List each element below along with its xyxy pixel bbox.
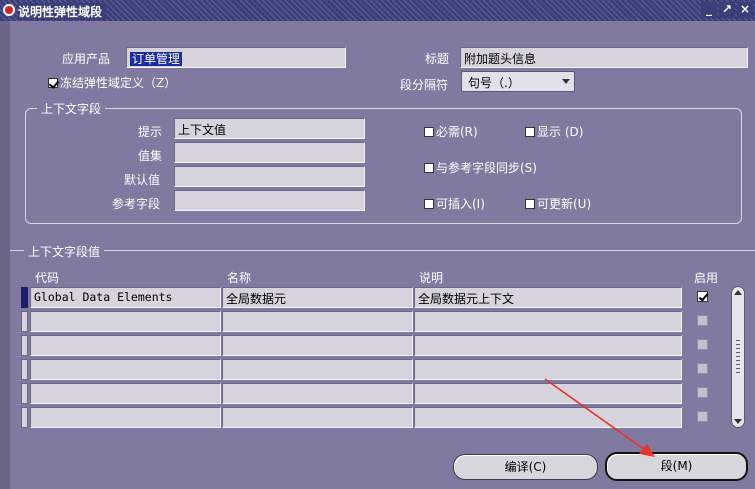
required-check-icon[interactable] (424, 126, 434, 137)
col-code: 代码 (35, 271, 60, 285)
enabled-checkbox[interactable] (697, 411, 708, 422)
app-value: 订单管理 (130, 52, 183, 66)
prompt-label: 提示 (138, 125, 163, 139)
enabled-checkbox[interactable] (697, 291, 708, 302)
chevron-down-icon (562, 79, 570, 84)
enabled-checkbox[interactable] (697, 363, 708, 374)
cell-name[interactable] (222, 383, 413, 404)
display-checkbox[interactable]: 显示 (D) (525, 123, 583, 140)
app-label: 应用产品 (62, 52, 111, 66)
separator-select[interactable]: 句号（.） (461, 71, 575, 92)
vertical-scrollbar[interactable] (731, 286, 745, 428)
cell-name[interactable] (222, 407, 413, 428)
context-group-title: 上下文字段 (37, 100, 106, 117)
display-label: 显示 (D) (537, 125, 584, 139)
cell-code[interactable] (30, 311, 221, 332)
cell-desc[interactable] (414, 407, 682, 428)
insertable-checkbox[interactable]: 可插入(I) (424, 195, 485, 212)
col-desc: 说明 (419, 271, 444, 285)
scroll-down-icon[interactable] (734, 419, 742, 424)
sync-checkbox[interactable]: 与参考字段同步(S) (424, 159, 537, 176)
minimize-icon[interactable]: _ (701, 2, 717, 18)
close-icon[interactable]: × (737, 2, 753, 18)
row-indicator[interactable] (21, 311, 28, 332)
scroll-up-icon[interactable] (734, 290, 742, 295)
title-bar[interactable]: 说明性弹性域段 _ ↗ × (0, 0, 755, 21)
enabled-checkbox[interactable] (697, 339, 708, 350)
cell-desc[interactable] (414, 359, 682, 380)
cell-name[interactable] (222, 311, 413, 332)
cell-code[interactable]: Global Data Elements (30, 287, 221, 308)
valueset-field[interactable] (174, 142, 365, 163)
freeze-checkbox[interactable]: 冻结弹性域定义（Z） (48, 74, 176, 91)
values-section-title: 上下文字段值 (24, 243, 105, 260)
cell-desc[interactable]: 全局数据元上下文 (414, 287, 682, 308)
separator-label: 段分隔符 (400, 78, 449, 92)
cell-desc[interactable] (414, 335, 682, 356)
required-checkbox[interactable]: 必需(R) (424, 123, 478, 140)
ref-field[interactable] (174, 190, 365, 211)
col-name: 名称 (227, 271, 252, 285)
updatable-label: 可更新(U) (537, 197, 592, 211)
row-indicator[interactable] (21, 287, 28, 308)
left-edge (0, 21, 10, 489)
default-field[interactable] (174, 166, 365, 187)
cell-code[interactable] (30, 359, 221, 380)
cell-desc[interactable] (414, 383, 682, 404)
insertable-check-icon[interactable] (424, 198, 434, 209)
ref-field-label: 参考字段 (112, 197, 161, 211)
prompt-field[interactable]: 上下文值 (174, 118, 365, 139)
row-indicator[interactable] (21, 407, 28, 428)
updatable-check-icon[interactable] (525, 198, 535, 209)
enabled-checkbox[interactable] (697, 387, 708, 398)
section-divider (10, 250, 755, 251)
scroll-thumb[interactable] (736, 339, 740, 373)
title-label: 标题 (425, 52, 450, 66)
col-enabled: 启用 (694, 271, 719, 285)
cell-code[interactable] (30, 335, 221, 356)
window-title: 说明性弹性域段 (18, 3, 107, 20)
enabled-checkbox[interactable] (697, 315, 708, 326)
row-indicator[interactable] (21, 335, 28, 356)
sync-check-icon[interactable] (424, 162, 434, 173)
freeze-label: 冻结弹性域定义（Z） (60, 76, 177, 90)
valueset-label: 值集 (138, 149, 163, 163)
cell-code[interactable] (30, 383, 221, 404)
separator-value: 句号（.） (468, 76, 520, 90)
maximize-icon[interactable]: ↗ (719, 2, 735, 18)
app-field[interactable]: 订单管理 (126, 47, 346, 68)
cell-name[interactable] (222, 359, 413, 380)
row-indicator[interactable] (21, 383, 28, 404)
default-label: 默认值 (124, 173, 161, 187)
flexfield-window: 说明性弹性域段 _ ↗ × 应用产品 订单管理 标题 附加题头信息 冻结弹性域定… (0, 0, 755, 489)
cell-name[interactable] (222, 335, 413, 356)
sync-label: 与参考字段同步(S) (436, 161, 537, 175)
cell-name[interactable]: 全局数据元 (222, 287, 413, 308)
updatable-checkbox[interactable]: 可更新(U) (525, 195, 591, 212)
segments-button[interactable]: 段(M) (605, 452, 748, 481)
required-label: 必需(R) (436, 125, 478, 139)
insertable-label: 可插入(I) (436, 197, 485, 211)
cell-code[interactable] (30, 407, 221, 428)
title-field[interactable]: 附加题头信息 (460, 47, 748, 68)
freeze-check-icon[interactable] (48, 77, 58, 88)
oracle-logo-icon (3, 4, 15, 16)
compile-button[interactable]: 编译(C) (453, 454, 598, 480)
cell-desc[interactable] (414, 311, 682, 332)
row-indicator[interactable] (21, 359, 28, 380)
display-check-icon[interactable] (525, 126, 535, 137)
